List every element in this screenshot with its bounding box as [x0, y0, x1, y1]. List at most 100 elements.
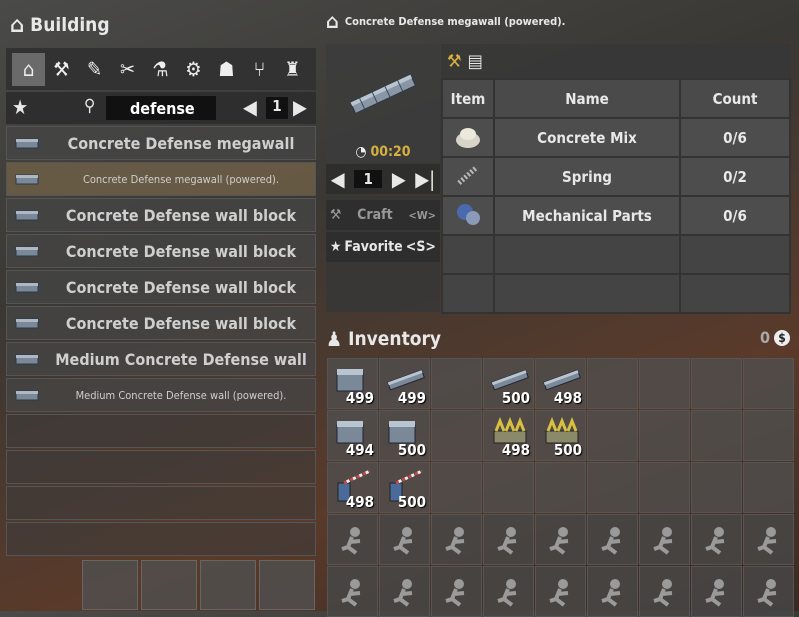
- column-header-item: Item: [441, 78, 495, 119]
- locked-slot-icon: [652, 578, 672, 607]
- inventory-slot[interactable]: [483, 462, 534, 513]
- money: 0 $: [760, 328, 790, 347]
- recipe-item-icon: [7, 133, 47, 153]
- locked-slot: [327, 566, 378, 617]
- list-item[interactable]: [6, 522, 316, 556]
- category-food-icon[interactable]: ⑂: [243, 53, 276, 86]
- inventory-slot[interactable]: [587, 358, 638, 409]
- queue-slot[interactable]: [259, 560, 315, 610]
- list-item[interactable]: Concrete Defense wall block: [6, 270, 316, 304]
- category-tools-icon[interactable]: ✂: [111, 53, 144, 86]
- category-weapons-icon[interactable]: ✎: [78, 53, 111, 86]
- list-item[interactable]: Concrete Defense wall block: [6, 198, 316, 232]
- locked-slot-icon: [340, 526, 360, 555]
- inventory-slot[interactable]: [691, 358, 742, 409]
- inventory-slot[interactable]: 494: [327, 410, 378, 461]
- category-home-icon[interactable]: ⌂: [12, 52, 45, 86]
- inventory-slot[interactable]: [743, 358, 794, 409]
- ingredient-name: Mechanical Parts: [493, 195, 681, 236]
- quantity-value[interactable]: 1: [354, 170, 383, 188]
- list-item[interactable]: [6, 414, 316, 448]
- page-number: 1: [266, 97, 288, 119]
- category-parts-icon[interactable]: ⚙: [177, 53, 210, 86]
- locked-slot: [587, 566, 638, 617]
- clock-icon: ◔: [355, 144, 367, 160]
- inventory-slot[interactable]: 499: [379, 358, 430, 409]
- slot-count: 498: [345, 493, 374, 511]
- inventory-slot[interactable]: 500: [483, 358, 534, 409]
- locked-slot: [743, 566, 794, 617]
- craft-time-value: 00:20: [370, 144, 411, 160]
- list-item[interactable]: Concrete Defense megawall (powered).: [6, 162, 316, 196]
- recipe-label: Concrete Defense wall block: [65, 205, 297, 225]
- inventory-slot[interactable]: [587, 410, 638, 461]
- ingredients-panel: ⚒ ▤ Item Name Count Concrete Mix 0/6 Spr…: [441, 44, 791, 314]
- ingredients-tab-icon[interactable]: ⚒: [447, 51, 462, 72]
- description-tab-icon[interactable]: ▤: [468, 51, 483, 72]
- slot-count: 500: [501, 389, 530, 407]
- list-item[interactable]: [6, 486, 316, 520]
- recipe-label: Medium Concrete Defense wall: [55, 349, 307, 369]
- concrete-mix-icon: [441, 117, 495, 158]
- category-clothing-icon[interactable]: ☗: [210, 53, 243, 86]
- inventory-slot[interactable]: 500: [379, 410, 430, 461]
- slot-count: 500: [397, 493, 426, 511]
- inventory-slot[interactable]: 500: [379, 462, 430, 513]
- category-furniture-icon[interactable]: ♜: [276, 53, 309, 86]
- inventory-slot[interactable]: [431, 462, 482, 513]
- inventory-slot[interactable]: 500: [535, 410, 586, 461]
- search-row: ★ ⚲ ◀ 1 ▶: [6, 92, 316, 124]
- page-next-button[interactable]: ▶: [293, 95, 307, 119]
- inventory-slot[interactable]: 498: [327, 462, 378, 513]
- recipe-list: Concrete Defense megawall Concrete Defens…: [6, 126, 316, 558]
- inventory-slot[interactable]: 498: [535, 358, 586, 409]
- category-build-icon[interactable]: ⚒: [45, 53, 78, 86]
- search-input[interactable]: [106, 96, 216, 120]
- home-icon: ⌂: [10, 12, 25, 38]
- list-item[interactable]: [6, 450, 316, 484]
- inventory-slot[interactable]: [743, 410, 794, 461]
- locked-slot-icon: [392, 578, 412, 607]
- inventory-slot[interactable]: [639, 462, 690, 513]
- slot-count: 500: [553, 441, 582, 459]
- quantity-max-button[interactable]: ▶|: [415, 167, 435, 191]
- ingredient-count: 0/6: [679, 195, 791, 236]
- inventory-slot[interactable]: [743, 462, 794, 513]
- favorites-filter-icon[interactable]: ★: [12, 95, 28, 119]
- spring-icon: [441, 156, 495, 197]
- craft-key-hint: <W>: [408, 208, 436, 222]
- locked-slot-icon: [756, 578, 776, 607]
- queue-slot[interactable]: [141, 560, 197, 610]
- locked-slot-icon: [756, 526, 776, 555]
- list-item[interactable]: Concrete Defense megawall: [6, 126, 316, 160]
- list-item[interactable]: Concrete Defense wall block: [6, 306, 316, 340]
- locked-slot: [743, 514, 794, 565]
- queue-slot[interactable]: [200, 560, 256, 610]
- table-row: Mechanical Parts 0/6: [441, 195, 791, 236]
- inventory-slot[interactable]: [639, 358, 690, 409]
- inventory-slot[interactable]: [431, 358, 482, 409]
- inventory-slot[interactable]: 499: [327, 358, 378, 409]
- quantity-increase-button[interactable]: ▶: [392, 167, 406, 191]
- inventory-slot[interactable]: [639, 410, 690, 461]
- inventory-slot[interactable]: [691, 410, 742, 461]
- locked-slot: [535, 566, 586, 617]
- locked-slot-icon: [548, 526, 568, 555]
- list-item[interactable]: Medium Concrete Defense wall (powered).: [6, 378, 316, 412]
- inventory-slot[interactable]: 498: [483, 410, 534, 461]
- inventory-slot[interactable]: [535, 462, 586, 513]
- list-item[interactable]: Medium Concrete Defense wall: [6, 342, 316, 376]
- inventory-slot[interactable]: [691, 462, 742, 513]
- page-prev-button[interactable]: ◀: [243, 95, 257, 119]
- favorite-button[interactable]: ★ Favorite <S>: [326, 232, 440, 262]
- queue-slot[interactable]: [82, 560, 138, 610]
- inventory-slot[interactable]: [587, 462, 638, 513]
- inventory-slot[interactable]: [431, 410, 482, 461]
- list-item[interactable]: Concrete Defense wall block: [6, 234, 316, 268]
- recipe-item-icon: [7, 241, 47, 261]
- ingredient-count: 0/2: [679, 156, 791, 197]
- category-science-icon[interactable]: ⚗: [144, 53, 177, 86]
- recipe-label: Concrete Defense wall block: [65, 277, 297, 297]
- craft-button[interactable]: ⚒ Craft <W>: [326, 200, 440, 230]
- quantity-decrease-button[interactable]: ◀: [331, 167, 345, 191]
